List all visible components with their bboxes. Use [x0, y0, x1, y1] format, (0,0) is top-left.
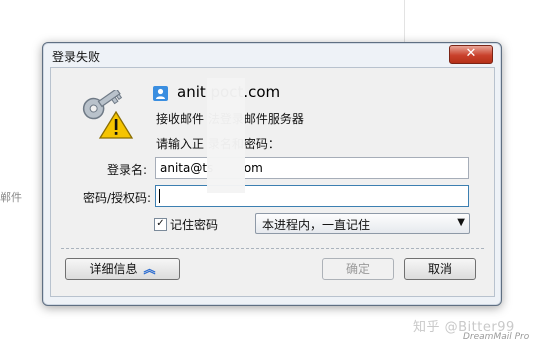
- title-bar[interactable]: 登录失败 ✕: [43, 43, 501, 67]
- remember-password-label[interactable]: 记住密码: [170, 216, 218, 233]
- login-failed-dialog: 登录失败 ✕ anit poct.com 接收邮件 法登录邮件服务器 请输入正 …: [42, 42, 502, 306]
- username-input[interactable]: [155, 157, 469, 179]
- cancel-button[interactable]: 取消: [404, 258, 476, 280]
- ok-button[interactable]: 确定: [322, 258, 394, 280]
- details-button-label: 详细信息: [89, 262, 138, 276]
- double-chevron-up-icon: ︽: [143, 262, 156, 276]
- username-label: 登录名:: [107, 163, 148, 177]
- privacy-mask: [207, 78, 245, 193]
- background-text: 郸件: [0, 191, 22, 204]
- dashed-divider: [61, 248, 484, 249]
- account-icon: [153, 86, 168, 101]
- dialog-title: 登录失败: [52, 50, 101, 64]
- key-warning-icon: [82, 90, 134, 139]
- close-button[interactable]: ✕: [449, 45, 493, 64]
- watermark-app-name: DreamMail Pro: [463, 332, 530, 342]
- chevron-down-icon: ▼: [457, 217, 465, 228]
- text-cursor: [159, 189, 160, 203]
- details-button[interactable]: 详细信息 ︽: [65, 258, 180, 280]
- remember-password-checkbox[interactable]: ✓: [154, 218, 167, 231]
- dialog-content: anit poct.com 接收邮件 法登录邮件服务器 请输入正 录名和密码： …: [50, 67, 495, 297]
- remember-mode-select[interactable]: 本进程内，一直记住 ▼: [255, 213, 470, 234]
- password-label: 密码/授权码:: [83, 191, 152, 205]
- remember-mode-value: 本进程内，一直记住: [262, 218, 371, 232]
- password-input[interactable]: [155, 185, 469, 207]
